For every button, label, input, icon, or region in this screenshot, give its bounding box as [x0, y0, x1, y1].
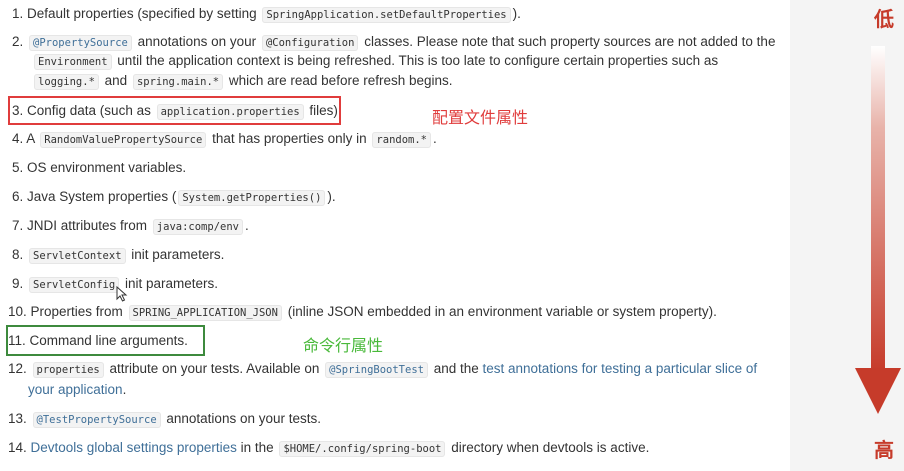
list-text: classes. Please note that such property …: [360, 34, 776, 49]
list-item: 5. OS environment variables.: [12, 157, 782, 179]
inline-code: logging.*: [34, 74, 99, 90]
inline-code: @PropertySource: [29, 35, 132, 51]
list-item: your application.: [28, 379, 798, 401]
list-text: 6. Java System properties (: [12, 189, 177, 204]
list-text: 5. OS environment variables.: [12, 160, 187, 175]
list-text: ).: [512, 6, 521, 21]
list-text: .: [433, 131, 437, 146]
inline-code: RandomValuePropertySource: [40, 132, 207, 148]
list-item: 6. Java System properties (System.getPro…: [12, 186, 782, 209]
list-text: 8.: [12, 247, 28, 262]
list-item: 8. ServletContext init parameters.: [12, 244, 782, 267]
doc-link[interactable]: Devtools global settings properties: [31, 440, 237, 455]
list-text: 1. Default properties (specified by sett…: [12, 6, 261, 21]
inline-code: properties: [32, 362, 104, 378]
inline-code: @TestPropertySource: [32, 412, 161, 428]
list-item: 7. JNDI attributes from java:comp/env.: [12, 215, 782, 238]
document-page: 1. Default properties (specified by sett…: [0, 0, 790, 471]
list-text: directory when devtools is active.: [447, 440, 650, 455]
list-text: init parameters.: [121, 276, 218, 291]
inline-code: SPRING_APPLICATION_JSON: [128, 305, 282, 321]
list-text: annotations on your tests.: [162, 411, 321, 426]
inline-code: spring.main.*: [132, 74, 224, 90]
inline-code: SpringApplication.setDefaultProperties: [262, 7, 511, 23]
list-text: 7. JNDI attributes from: [12, 218, 151, 233]
list-text: init parameters.: [127, 247, 225, 262]
list-text: that has properties only in: [208, 131, 371, 146]
list-item: 4. A RandomValuePropertySource that has …: [12, 128, 782, 151]
list-item: 10. Properties from SPRING_APPLICATION_J…: [8, 301, 778, 324]
list-text: in the: [236, 440, 278, 455]
inline-code: @Configuration: [261, 35, 359, 51]
low-priority-label: 低: [874, 7, 894, 31]
list-text: until the application context is being r…: [113, 53, 719, 68]
config-data-highlight-box: [8, 96, 341, 125]
inline-code: random.*: [372, 132, 431, 148]
inline-code: $HOME/.config/spring-boot: [279, 441, 446, 457]
list-text: ).: [327, 189, 336, 204]
list-text: 12.: [8, 361, 31, 376]
doc-link[interactable]: your application: [28, 382, 123, 397]
inline-code: java:comp/env: [152, 219, 243, 235]
inline-code: ServletConfig: [29, 277, 120, 293]
list-text: annotations on your: [133, 34, 260, 49]
inline-code: Environment: [34, 54, 112, 70]
doc-link[interactable]: test annotations for testing a particula…: [483, 361, 758, 376]
inline-code: System.getProperties(): [178, 190, 326, 206]
list-item: 1. Default properties (specified by sett…: [12, 3, 782, 26]
mouse-cursor-icon: [116, 286, 128, 302]
priority-down-arrow-icon: [855, 46, 901, 414]
list-text: .: [122, 382, 127, 397]
list-text: (inline JSON embedded in an environment …: [283, 304, 717, 319]
list-item: 13. @TestPropertySource annotations on y…: [8, 408, 778, 431]
inline-code: ServletContext: [29, 248, 126, 264]
inline-code: @SpringBootTest: [325, 362, 428, 378]
list-text: .: [244, 218, 249, 233]
list-item: logging.* and spring.main.* which are re…: [32, 70, 802, 93]
list-text: 4. A: [12, 131, 39, 146]
list-text: 2.: [12, 34, 28, 49]
list-text: 13.: [8, 411, 31, 426]
list-text: which are read before refresh begins.: [225, 73, 453, 88]
list-text: and: [100, 73, 131, 88]
list-text: attribute on your tests. Available on: [105, 361, 324, 376]
list-text: 10. Properties from: [8, 304, 127, 319]
high-priority-label: 高: [874, 438, 894, 462]
command-line-annotation: 命令行属性: [303, 336, 384, 355]
list-text: 14.: [8, 440, 31, 455]
list-item: 12. properties attribute on your tests. …: [8, 358, 778, 381]
list-text: and the: [429, 361, 483, 376]
list-text: 9.: [12, 276, 28, 291]
config-file-annotation: 配置文件属性: [432, 108, 529, 127]
list-item: 14. Devtools global settings properties …: [8, 437, 778, 460]
command-line-highlight-box: [6, 325, 205, 356]
